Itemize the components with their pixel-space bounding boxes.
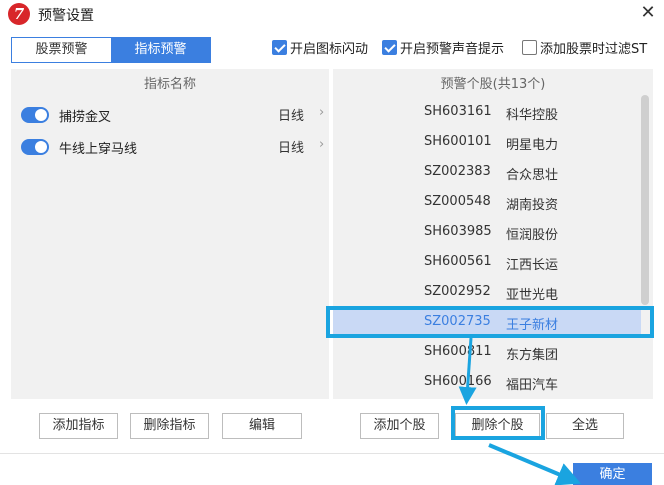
icon-flash-checkbox[interactable] <box>272 39 287 55</box>
chevron-right-icon: › <box>319 137 325 152</box>
stock-code: SH603161 <box>424 104 492 119</box>
indicator-period: 日线 <box>278 141 305 156</box>
annotation-highlight-selected-row <box>326 306 654 338</box>
stock-row[interactable]: SH603161 科华控股 <box>333 98 641 128</box>
delete-indicator-button[interactable]: 删除指标 <box>130 413 209 439</box>
stock-row[interactable]: SH603985 恒润股份 <box>333 218 641 248</box>
stock-panel-header: 预警个股(共13个) <box>440 77 546 92</box>
filter-st-checkbox[interactable] <box>522 39 537 55</box>
indicator-period: 日线 <box>278 109 305 124</box>
tab-stock-alert[interactable]: 股票预警 <box>12 38 111 62</box>
indicator-toggle[interactable] <box>21 139 49 155</box>
stock-code: SH600101 <box>424 134 492 149</box>
stock-name: 恒润股份 <box>506 228 559 243</box>
footer-divider <box>0 453 664 454</box>
option-filter-st[interactable]: 添加股票时过滤ST <box>522 37 647 57</box>
window-title: 预警设置 <box>38 8 94 24</box>
title-bar: 7 预警设置 ✕ <box>0 0 664 28</box>
indicator-toggle[interactable] <box>21 107 49 123</box>
stock-name: 江西长运 <box>506 258 559 273</box>
app-logo-letter: 7 <box>13 5 25 23</box>
icon-flash-label: 开启图标闪动 <box>290 41 369 57</box>
edit-button[interactable]: 编辑 <box>222 413 302 439</box>
stock-row[interactable]: SH600101 明星电力 <box>333 128 641 158</box>
indicator-panel: 指标名称 捕捞金叉 日线 › 牛线上穿马线 日线 › <box>11 69 329 399</box>
stock-code: SH600811 <box>424 344 492 359</box>
option-sound-alert[interactable]: 开启预警声音提示 <box>382 37 504 57</box>
indicator-panel-header: 指标名称 <box>143 77 196 92</box>
stock-code: SZ002383 <box>424 164 491 179</box>
stock-row[interactable]: SH600166 福田汽车 <box>333 368 641 398</box>
stock-row[interactable]: SZ002383 合众思壮 <box>333 158 641 188</box>
stock-panel: 预警个股(共13个) SH603161 科华控股 SH600101 明星电力 S… <box>333 69 653 399</box>
stock-name: 合众思壮 <box>506 168 559 183</box>
confirm-button[interactable]: 确定 <box>573 463 652 485</box>
stock-code: SZ002952 <box>424 284 491 299</box>
stock-name: 亚世光电 <box>506 288 559 303</box>
add-indicator-button[interactable]: 添加指标 <box>39 413 118 439</box>
tab-indicator-alert[interactable]: 指标预警 <box>111 38 210 62</box>
filter-st-label: 添加股票时过滤ST <box>540 41 648 57</box>
stock-list-scrollbar[interactable] <box>641 95 649 305</box>
annotation-highlight-delete-button <box>451 406 545 440</box>
stock-code: SH603985 <box>424 224 492 239</box>
stock-row[interactable]: SH600811 东方集团 <box>333 338 641 368</box>
indicator-row[interactable]: 牛线上穿马线 日线 › <box>21 137 325 157</box>
stock-name: 福田汽车 <box>506 378 559 393</box>
stock-code: SH600561 <box>424 254 492 269</box>
tab-bar: 股票预警 指标预警 <box>11 37 211 63</box>
stock-row[interactable]: SZ002952 亚世光电 <box>333 278 641 308</box>
stock-name: 科华控股 <box>506 108 559 123</box>
chevron-right-icon: › <box>319 105 325 120</box>
indicator-name: 牛线上穿马线 <box>59 141 138 157</box>
stock-row[interactable]: SH600561 江西长运 <box>333 248 641 278</box>
select-all-button[interactable]: 全选 <box>546 413 624 439</box>
add-stock-button[interactable]: 添加个股 <box>360 413 439 439</box>
indicator-row[interactable]: 捕捞金叉 日线 › <box>21 105 325 125</box>
stock-code: SH600166 <box>424 374 492 389</box>
option-icon-flash[interactable]: 开启图标闪动 <box>272 37 368 57</box>
stock-name: 明星电力 <box>506 138 559 153</box>
close-icon[interactable]: ✕ <box>637 2 659 24</box>
sound-alert-label: 开启预警声音提示 <box>400 41 505 57</box>
app-logo: 7 <box>8 3 30 25</box>
indicator-name: 捕捞金叉 <box>59 109 112 125</box>
stock-code: SZ000548 <box>424 194 491 209</box>
stock-row[interactable]: SZ000548 湖南投资 <box>333 188 641 218</box>
stock-name: 湖南投资 <box>506 198 559 213</box>
stock-name: 东方集团 <box>506 348 559 363</box>
annotation-arrow-to-confirm <box>488 443 582 485</box>
sound-alert-checkbox[interactable] <box>382 39 397 55</box>
